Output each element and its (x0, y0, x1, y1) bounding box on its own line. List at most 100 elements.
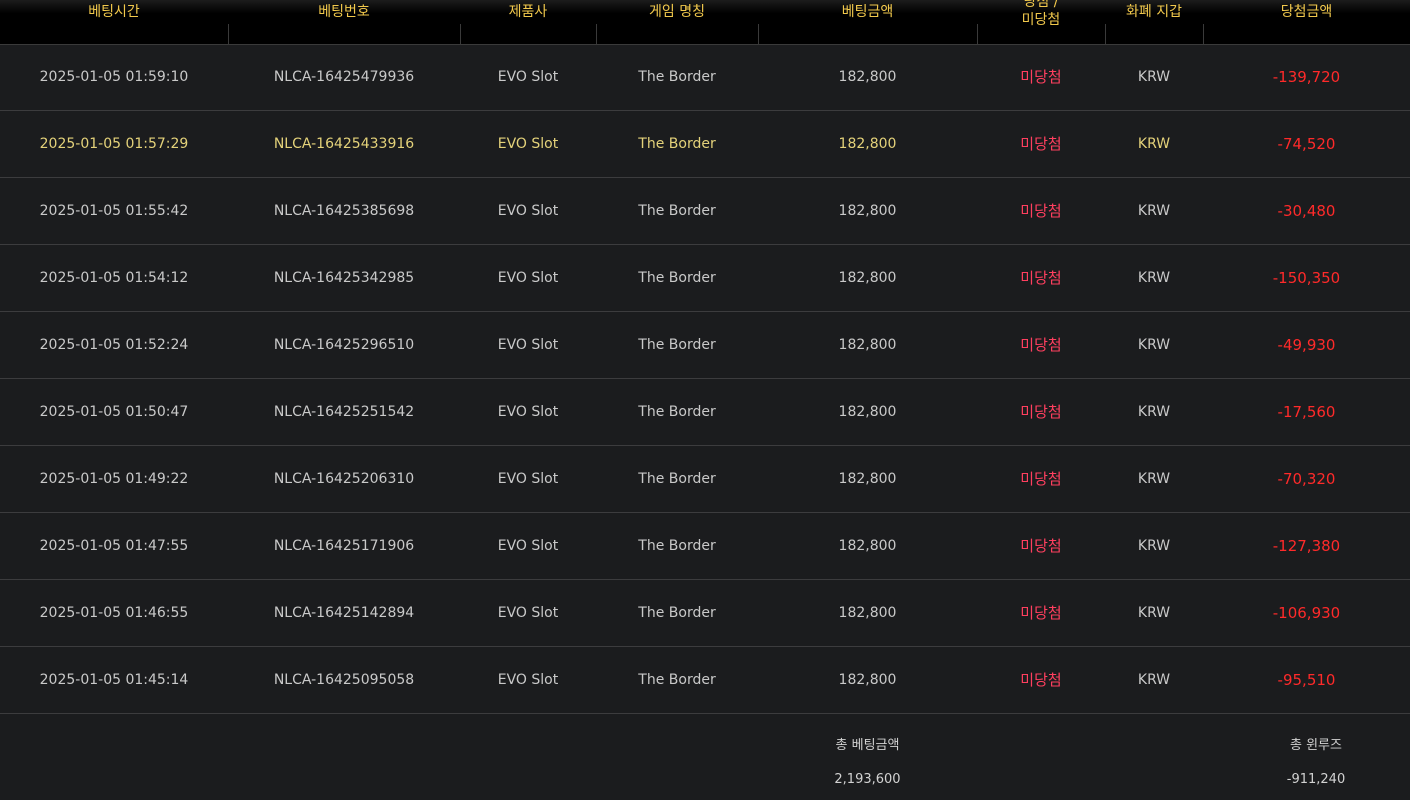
bet-history-table-body: 2025-01-05 01:59:10 NLCA-16425479936 EVO… (0, 44, 1410, 714)
win-amount: -30,480 (1277, 202, 1336, 220)
total-bet-label: 총 베팅금액 (835, 738, 900, 753)
game-name: The Border (638, 672, 716, 688)
bet-amount: 182,800 (838, 605, 897, 621)
header-divider (1105, 24, 1106, 44)
bet-time: 2025-01-05 01:52:24 (39, 337, 189, 353)
header-divider (596, 24, 597, 44)
provider: EVO Slot (497, 605, 559, 621)
currency-wallet: KRW (1137, 203, 1171, 219)
win-status: 미당첨 (1020, 68, 1062, 86)
bet-time: 2025-01-05 01:59:10 (39, 69, 189, 85)
header-currency-wallet[interactable]: 화폐 지갑 (1105, 0, 1203, 44)
header-win-status-line1: 당첨 / (1023, 0, 1059, 10)
currency-wallet: KRW (1137, 337, 1171, 353)
provider: EVO Slot (497, 471, 559, 487)
table-row[interactable]: 2025-01-05 01:46:55 NLCA-16425142894 EVO… (0, 580, 1410, 647)
bet-time: 2025-01-05 01:47:55 (39, 538, 189, 554)
game-name: The Border (638, 471, 716, 487)
bet-time: 2025-01-05 01:46:55 (39, 605, 189, 621)
win-amount: -150,350 (1272, 269, 1341, 287)
table-row[interactable]: 2025-01-05 01:50:47 NLCA-16425251542 EVO… (0, 379, 1410, 446)
bet-amount: 182,800 (838, 203, 897, 219)
bet-amount: 182,800 (838, 270, 897, 286)
bet-time: 2025-01-05 01:54:12 (39, 270, 189, 286)
bet-time: 2025-01-05 01:45:14 (39, 672, 189, 688)
game-name: The Border (638, 337, 716, 353)
header-divider (228, 24, 229, 44)
bet-number: NLCA-16425142894 (273, 605, 415, 621)
header-provider[interactable]: 제품사 (460, 0, 596, 44)
header-bet-amount[interactable]: 베팅금액 (758, 0, 977, 44)
bet-amount: 182,800 (838, 69, 897, 85)
game-name: The Border (638, 538, 716, 554)
header-win-status-line2: 미당첨 (1021, 12, 1061, 28)
provider: EVO Slot (497, 69, 559, 85)
win-status: 미당첨 (1020, 202, 1062, 220)
win-status: 미당첨 (1020, 537, 1062, 555)
game-name: The Border (638, 69, 716, 85)
currency-wallet: KRW (1137, 672, 1171, 688)
table-row[interactable]: 2025-01-05 01:45:14 NLCA-16425095058 EVO… (0, 647, 1410, 714)
win-amount: -70,320 (1277, 470, 1336, 488)
bet-number: NLCA-16425479936 (273, 69, 415, 85)
currency-wallet: KRW (1137, 605, 1171, 621)
header-bet-number[interactable]: 베팅번호 (228, 0, 460, 44)
win-amount: -74,520 (1277, 135, 1336, 153)
win-status: 미당첨 (1020, 403, 1062, 421)
header-bet-time[interactable]: 베팅시간 (0, 0, 228, 44)
bet-number: NLCA-16425342985 (273, 270, 415, 286)
header-divider (460, 24, 461, 44)
win-status: 미당첨 (1020, 470, 1062, 488)
win-status: 미당첨 (1020, 135, 1062, 153)
win-status: 미당첨 (1020, 336, 1062, 354)
win-amount: -127,380 (1272, 537, 1341, 555)
header-win-status[interactable]: 당첨 / 미당첨 (977, 0, 1105, 44)
table-row[interactable]: 2025-01-05 01:59:10 NLCA-16425479936 EVO… (0, 44, 1410, 111)
bet-number: NLCA-16425095058 (273, 672, 415, 688)
game-name: The Border (638, 404, 716, 420)
header-game-name[interactable]: 게임 명칭 (596, 0, 758, 44)
table-row[interactable]: 2025-01-05 01:57:29 NLCA-16425433916 EVO… (0, 111, 1410, 178)
bet-number: NLCA-16425385698 (273, 203, 415, 219)
table-row[interactable]: 2025-01-05 01:47:55 NLCA-16425171906 EVO… (0, 513, 1410, 580)
win-amount: -17,560 (1277, 403, 1336, 421)
win-amount: -106,930 (1272, 604, 1341, 622)
bet-amount: 182,800 (838, 672, 897, 688)
win-amount: -139,720 (1272, 68, 1341, 86)
provider: EVO Slot (497, 404, 559, 420)
win-status: 미당첨 (1020, 604, 1062, 622)
provider: EVO Slot (497, 672, 559, 688)
bet-amount: 182,800 (838, 136, 897, 152)
bet-time: 2025-01-05 01:55:42 (39, 203, 189, 219)
header-divider (977, 24, 978, 44)
provider: EVO Slot (497, 270, 559, 286)
game-name: The Border (638, 203, 716, 219)
win-status: 미당첨 (1020, 671, 1062, 689)
currency-wallet: KRW (1137, 404, 1171, 420)
table-row[interactable]: 2025-01-05 01:49:22 NLCA-16425206310 EVO… (0, 446, 1410, 513)
win-amount: -49,930 (1277, 336, 1336, 354)
bet-number: NLCA-16425171906 (273, 538, 415, 554)
game-name: The Border (638, 270, 716, 286)
bet-amount: 182,800 (838, 404, 897, 420)
provider: EVO Slot (497, 203, 559, 219)
currency-wallet: KRW (1137, 471, 1171, 487)
currency-wallet: KRW (1137, 270, 1171, 286)
table-row[interactable]: 2025-01-05 01:55:42 NLCA-16425385698 EVO… (0, 178, 1410, 245)
table-header: 베팅시간 베팅번호 제품사 게임 명칭 베팅금액 당첨 / 미당첨 화폐 지갑 … (0, 0, 1410, 45)
bet-time: 2025-01-05 01:50:47 (39, 404, 189, 420)
table-row[interactable]: 2025-01-05 01:54:12 NLCA-16425342985 EVO… (0, 245, 1410, 312)
header-divider (758, 24, 759, 44)
header-divider (1203, 24, 1204, 44)
currency-wallet: KRW (1137, 136, 1171, 152)
bet-amount: 182,800 (838, 538, 897, 554)
currency-wallet: KRW (1137, 69, 1171, 85)
provider: EVO Slot (497, 538, 559, 554)
provider: EVO Slot (497, 136, 559, 152)
bet-time: 2025-01-05 01:49:22 (39, 471, 189, 487)
betting-history-page: 베팅시간 베팅번호 제품사 게임 명칭 베팅금액 당첨 / 미당첨 화폐 지갑 … (0, 0, 1410, 800)
total-winloss-value: -911,240 (1286, 772, 1346, 787)
header-win-amount[interactable]: 당첨금액 (1203, 0, 1410, 44)
game-name: The Border (638, 605, 716, 621)
table-row[interactable]: 2025-01-05 01:52:24 NLCA-16425296510 EVO… (0, 312, 1410, 379)
